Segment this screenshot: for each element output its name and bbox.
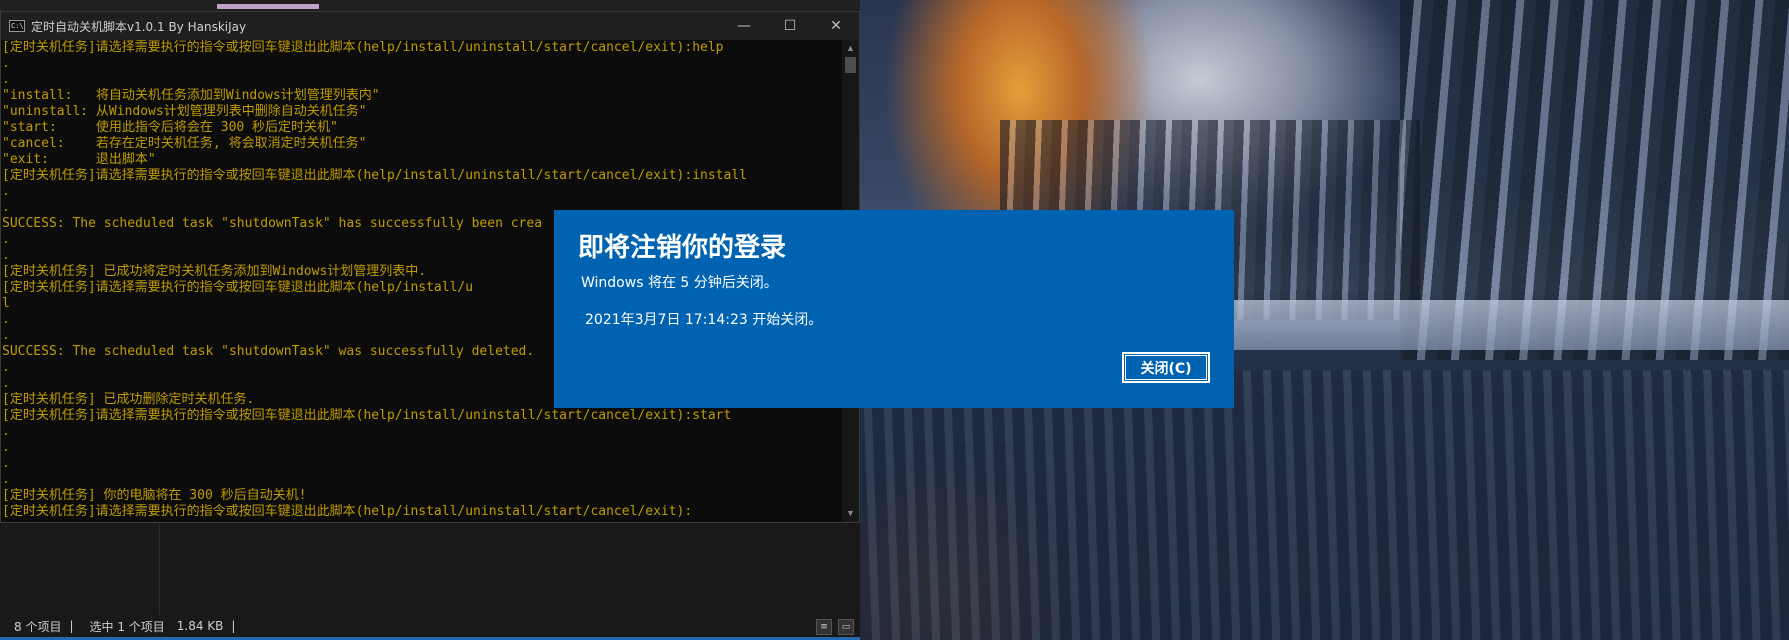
large-icons-view-icon[interactable]: ▭ (838, 619, 854, 635)
dialog-title: 即将注销你的登录 (578, 233, 787, 263)
close-button[interactable]: ✕ (813, 12, 859, 40)
view-toggle-group: ≡ ▭ (816, 619, 854, 635)
scroll-down-icon[interactable]: ▼ (842, 505, 859, 522)
explorer-navigation-pane[interactable] (0, 522, 160, 615)
console-line: [定时关机任务]请选择需要执行的指令或按回车键退出此脚本(help/instal… (2, 408, 732, 423)
console-line: [定时关机任务]请选择需要执行的指令或按回车键退出此脚本(help/instal… (2, 504, 693, 519)
window-controls: — ☐ ✕ (721, 12, 859, 40)
status-separator: | (69, 619, 74, 633)
console-line: . (2, 424, 10, 439)
explorer-status-bar: 8 个项目 | 选中 1 个项目 1.84 KB | ≡ ▭ (0, 615, 860, 640)
background-tab-accent (217, 4, 319, 9)
status-separator: | (231, 619, 236, 633)
file-explorer-window (0, 522, 861, 615)
status-selected-size: 1.84 KB (176, 619, 224, 633)
wallpaper-shore (1150, 300, 1789, 350)
console-line: . (2, 472, 10, 487)
details-view-icon[interactable]: ≡ (816, 619, 832, 635)
dialog-message: Windows 将在 5 分钟后关闭。 (581, 275, 778, 291)
console-line: "exit: 退出脚本" (2, 152, 156, 167)
console-title: 定时自动关机脚本v1.0.1 By HanskiJay (31, 19, 247, 34)
background-window-strip (0, 0, 860, 11)
console-line: "uninstall: 从Windows计划管理列表中删除自动关机任务" (2, 104, 367, 119)
console-line: . (2, 184, 10, 199)
console-line: [定时关机任务] 你的电脑将在 300 秒后自动关机! (2, 488, 307, 503)
console-line: "install: 将自动关机任务添加到Windows计划管理列表内" (2, 88, 380, 103)
console-line: . (2, 56, 10, 71)
maximize-button[interactable]: ☐ (767, 12, 813, 40)
console-line: [定时关机任务]请选择需要执行的指令或按回车键退出此脚本(help/instal… (2, 40, 724, 55)
scrollbar-thumb[interactable] (845, 57, 856, 73)
console-line: [定时关机任务]请选择需要执行的指令或按回车键退出此脚本(help/instal… (2, 168, 747, 183)
status-item-count: 8 个项目 (14, 619, 62, 634)
dialog-shutdown-time: 2021年3月7日 17:14:23 开始关闭。 (585, 312, 823, 328)
scroll-up-icon[interactable]: ▲ (842, 40, 859, 57)
wallpaper-lake (860, 370, 1789, 640)
cmd-icon: C:\ (9, 20, 25, 32)
console-line: "start: 使用此指令后将会在 300 秒后定时关机" (2, 120, 338, 135)
console-line: . (2, 440, 10, 455)
console-titlebar[interactable]: C:\ 定时自动关机脚本v1.0.1 By HanskiJay — ☐ ✕ (1, 12, 859, 40)
console-line: . (2, 456, 10, 471)
console-line: . (2, 72, 10, 87)
console-line: "cancel: 若存在定时关机任务, 将会取消定时关机任务" (2, 136, 367, 151)
minimize-button[interactable]: — (721, 12, 767, 40)
logoff-dialog: 即将注销你的登录 Windows 将在 5 分钟后关闭。 2021年3月7日 1… (554, 210, 1234, 408)
status-selected-count: 选中 1 个项目 (89, 619, 165, 634)
dialog-close-button[interactable]: 关闭(C) (1122, 352, 1210, 383)
